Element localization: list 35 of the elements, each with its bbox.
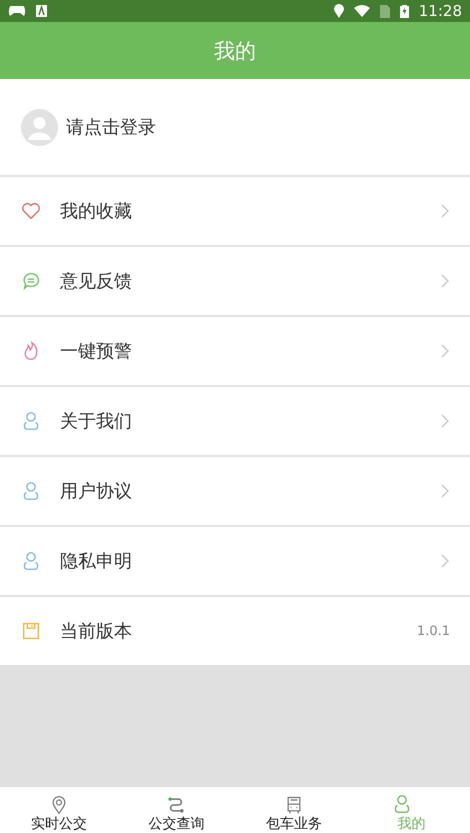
menu-item[interactable]: 关于我们 [0,387,470,457]
nav-tab[interactable]: 包车业务 [235,787,352,833]
menu-item[interactable]: 隐私申明 [0,527,470,597]
chevron-right-icon [440,483,450,499]
chevron-right-icon [440,343,450,359]
menu-label: 当前版本 [60,620,133,643]
menu-item[interactable]: 我的收藏 [0,177,470,247]
no-sim-icon [380,4,390,18]
menu-item[interactable]: 一键预警 [0,317,470,387]
wifi-icon [354,5,370,17]
avatar-icon[interactable] [21,108,58,146]
chevron-right-icon [440,413,450,429]
menu-item[interactable]: 意见反馈 [0,247,470,317]
nav-tab[interactable]: 公交查询 [118,787,235,833]
menu-label: 关于我们 [60,410,133,433]
route-icon [166,795,186,815]
version-number: 1.0.1 [416,624,450,638]
menu-label: 隐私申明 [60,550,133,573]
nav-tab[interactable]: 实时公交 [0,787,118,833]
menu-label: 我的收藏 [60,200,133,223]
menu-item[interactable]: 用户协议 [0,457,470,527]
menu-item[interactable]: 当前版本 1.0.1 [0,597,470,665]
status-time: 11:28 [418,2,462,20]
gamepad-icon [8,5,26,17]
heart-icon [20,200,42,222]
login-prompt[interactable]: 请点击登录 [66,115,156,139]
battery-icon [400,4,409,18]
location-icon [334,4,344,18]
menu-label: 意见反馈 [60,270,133,293]
menu-label: 用户协议 [60,480,133,503]
page-title: 我的 [214,38,256,64]
menu-label: 一键预警 [60,340,133,363]
chevron-right-icon [440,203,450,219]
chevron-right-icon [440,273,450,289]
chevron-right-icon [440,553,450,569]
